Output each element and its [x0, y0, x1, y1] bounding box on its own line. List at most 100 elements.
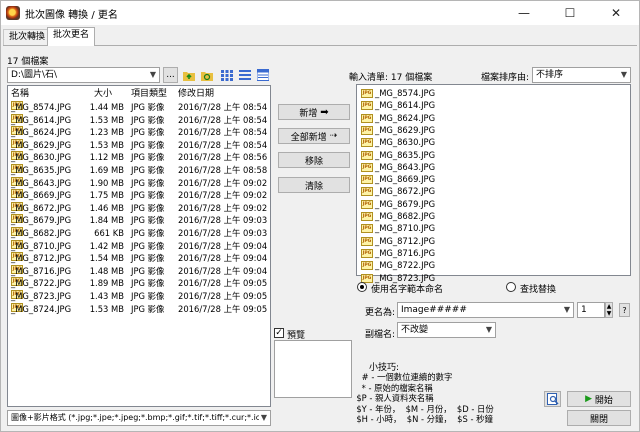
- input-list-item[interactable]: JPG _MG_8679.JPG: [361, 198, 435, 210]
- file-row[interactable]: JPG _MG_8624.JPG 1.23 MB JPG 影像 2016/7/28 上午…: [8, 126, 270, 139]
- radio-replace[interactable]: [506, 282, 516, 293]
- input-list-item[interactable]: JPG _MG_8630.JPG: [361, 136, 435, 148]
- spin-down-icon[interactable]: ▼: [607, 310, 612, 317]
- input-list-item[interactable]: JPG _MG_8629.JPG: [361, 124, 435, 136]
- file-type: JPG 影像: [131, 303, 165, 314]
- file-row[interactable]: JPG _MG_8682.JPG 661 KB JPG 影像 2016/7/28 上午 …: [8, 227, 270, 240]
- file-type: JPG 影像: [131, 202, 165, 213]
- file-name: _MG_8643.JPG: [11, 177, 72, 188]
- tab-batch-convert[interactable]: 批次轉換: [3, 29, 52, 45]
- radio-replace-dot[interactable]: [506, 282, 516, 292]
- input-list-item[interactable]: JPG _MG_8574.JPG: [361, 87, 435, 99]
- maximize-button[interactable]: ☐: [547, 1, 593, 25]
- sort-combo[interactable]: 不排序 ▼: [532, 67, 631, 83]
- col-date-header[interactable]: 修改日期: [178, 87, 214, 101]
- view-thumbnails-icon[interactable]: [221, 69, 233, 81]
- start-number-input[interactable]: 1: [577, 302, 605, 318]
- start-button[interactable]: ▶ 開始: [567, 391, 631, 407]
- file-date: 2016/7/28 上午 09:05: [178, 278, 268, 289]
- file-row[interactable]: JPG _MG_8712.JPG 1.54 MB JPG 影像 2016/7/28 上午…: [8, 252, 270, 265]
- file-size: 1.48 MB: [89, 265, 124, 276]
- tab-batch-rename[interactable]: 批次更名: [47, 27, 96, 46]
- minimize-button[interactable]: —: [501, 1, 547, 25]
- file-size: 1.84 MB: [89, 215, 124, 226]
- file-row[interactable]: JPG _MG_8723.JPG 1.43 MB JPG 影像 2016/7/28 上午…: [8, 290, 270, 303]
- input-list-item[interactable]: JPG _MG_8710.JPG: [361, 222, 435, 234]
- ext-label: 副檔名:: [365, 330, 396, 340]
- col-size-header[interactable]: 大小: [94, 87, 112, 101]
- jpg-file-icon: JPG: [361, 125, 373, 135]
- input-list-item[interactable]: JPG _MG_8682.JPG: [361, 210, 435, 222]
- input-list-item[interactable]: JPG _MG_8712.JPG: [361, 235, 435, 247]
- col-type-header[interactable]: 項目類型: [131, 87, 167, 101]
- file-row[interactable]: JPG _MG_8614.JPG 1.53 MB JPG 影像 2016/7/28 上午…: [8, 113, 270, 127]
- file-row[interactable]: JPG _MG_8643.JPG 1.90 MB JPG 影像 2016/7/28 上午…: [8, 176, 270, 190]
- input-list-item[interactable]: JPG _MG_8669.JPG: [361, 173, 435, 185]
- radio-template-dot[interactable]: [357, 282, 367, 292]
- input-list-item[interactable]: JPG _MG_8624.JPG: [361, 112, 435, 124]
- preview-checkbox[interactable]: ✓: [274, 328, 284, 338]
- input-list[interactable]: JPG _MG_8574.JPG JPG _MG_8614.JPG JPG _MG_862…: [356, 84, 631, 283]
- chevron-down-icon[interactable]: ▼: [564, 303, 570, 317]
- jpg-file-icon: JPG: [361, 101, 373, 111]
- browse-button[interactable]: ...: [163, 67, 178, 83]
- chevron-down-icon[interactable]: ▼: [486, 323, 492, 337]
- file-name: _MG_8716.JPG: [11, 265, 72, 276]
- input-list-item[interactable]: JPG _MG_8672.JPG: [361, 185, 435, 197]
- chevron-down-icon[interactable]: ▼: [258, 411, 267, 425]
- close-button[interactable]: ✕: [593, 1, 639, 25]
- add-all-button[interactable]: 全部新增 ⇢: [278, 128, 350, 144]
- file-row[interactable]: JPG _MG_8679.JPG 1.84 MB JPG 影像 2016/7/28 上午…: [8, 214, 270, 227]
- file-row[interactable]: JPG _MG_8672.JPG 1.46 MB JPG 影像 2016/7/28 上午…: [8, 201, 270, 215]
- input-list-item[interactable]: JPG _MG_8614.JPG: [361, 99, 435, 111]
- radio-replace-label: 查找替換: [520, 285, 557, 295]
- ext-combo[interactable]: 不改變 ▼: [397, 322, 496, 338]
- file-row[interactable]: JPG _MG_8722.JPG 1.89 MB JPG 影像 2016/7/28 上午…: [8, 277, 270, 290]
- input-list-item[interactable]: JPG _MG_8635.JPG: [361, 149, 435, 161]
- col-name-header[interactable]: 名稱: [11, 87, 29, 101]
- radio-template[interactable]: [357, 282, 367, 293]
- file-type: JPG 影像: [131, 102, 165, 112]
- preview-files-button[interactable]: [544, 391, 561, 407]
- input-file-name: _MG_8614.JPG: [375, 100, 436, 111]
- tips-text: # - 一個數位連續的數字 * - 原始的檔案名稱 $P - 親人資料夾名稱 $…: [356, 372, 494, 424]
- start-number-spinner[interactable]: ▲ ▼: [605, 302, 613, 318]
- file-name: _MG_8629.JPG: [11, 139, 72, 150]
- folder-up-icon[interactable]: [183, 69, 195, 81]
- file-row[interactable]: JPG _MG_8716.JPG 1.48 MB JPG 影像 2016/7/28 上午…: [8, 264, 270, 278]
- file-row[interactable]: JPG _MG_8635.JPG 1.69 MB JPG 影像 2016/7/28 上午…: [8, 164, 270, 177]
- file-date: 2016/7/28 上午 09:05: [178, 303, 268, 314]
- file-size: 1.53 MB: [89, 114, 124, 125]
- help-button[interactable]: ?: [619, 303, 630, 317]
- file-row[interactable]: JPG _MG_8710.JPG 1.42 MB JPG 影像 2016/7/28 上午…: [8, 239, 270, 253]
- file-row[interactable]: JPG _MG_8724.JPG 1.53 MB JPG 影像 2016/7/28 上午…: [8, 302, 270, 316]
- filter-combo[interactable]: 圖像+影片格式 (*.jpg;*.jpe;*.jpeg;*.bmp;*.gif;…: [7, 410, 271, 426]
- file-count: 17 個檔案: [7, 57, 49, 67]
- folder-refresh-icon[interactable]: [201, 69, 213, 81]
- rename-template-input[interactable]: Image##### ▼: [397, 302, 574, 318]
- spin-up-icon[interactable]: ▲: [607, 303, 612, 310]
- file-row[interactable]: JPG _MG_8630.JPG 1.12 MB JPG 影像 2016/7/28 上午…: [8, 151, 270, 164]
- input-list-item[interactable]: JPG _MG_8722.JPG: [361, 259, 435, 271]
- input-list-item[interactable]: JPG _MG_8716.JPG: [361, 247, 435, 259]
- close-dialog-button[interactable]: 關閉: [567, 410, 631, 426]
- remove-button[interactable]: 移除: [278, 152, 350, 168]
- clear-button[interactable]: 清除: [278, 177, 350, 193]
- chevron-down-icon[interactable]: ▼: [150, 68, 156, 82]
- input-list-item[interactable]: JPG _MG_8643.JPG: [361, 161, 435, 173]
- file-date: 2016/7/28 上午 09:02: [178, 177, 268, 188]
- file-row[interactable]: JPG _MG_8574.JPG 1.44 MB JPG 影像 2016/7/28 上午…: [8, 101, 270, 114]
- add-all-label: 全部新增: [290, 132, 327, 143]
- input-file-name: _MG_8672.JPG: [375, 186, 436, 197]
- file-row[interactable]: JPG _MG_8669.JPG 1.75 MB JPG 影像 2016/7/28 上午…: [8, 189, 270, 202]
- view-details-icon[interactable]: [257, 69, 269, 81]
- path-combo[interactable]: D:\圖片\石\ ▼: [7, 67, 160, 83]
- file-date: 2016/7/28 上午 09:02: [178, 190, 268, 201]
- file-date: 2016/7/28 上午 08:54: [178, 102, 268, 112]
- chevron-down-icon[interactable]: ▼: [621, 68, 627, 82]
- view-list-icon[interactable]: [239, 69, 251, 81]
- file-list[interactable]: 名稱 大小 項目類型 修改日期 JPG _MG_8574.JPG 1.44 MB JP…: [7, 85, 271, 407]
- add-button[interactable]: 新增 ➡: [278, 104, 350, 120]
- file-row[interactable]: JPG _MG_8629.JPG 1.53 MB JPG 影像 2016/7/28 上午…: [8, 138, 270, 152]
- jpg-file-icon: JPG: [361, 89, 373, 98]
